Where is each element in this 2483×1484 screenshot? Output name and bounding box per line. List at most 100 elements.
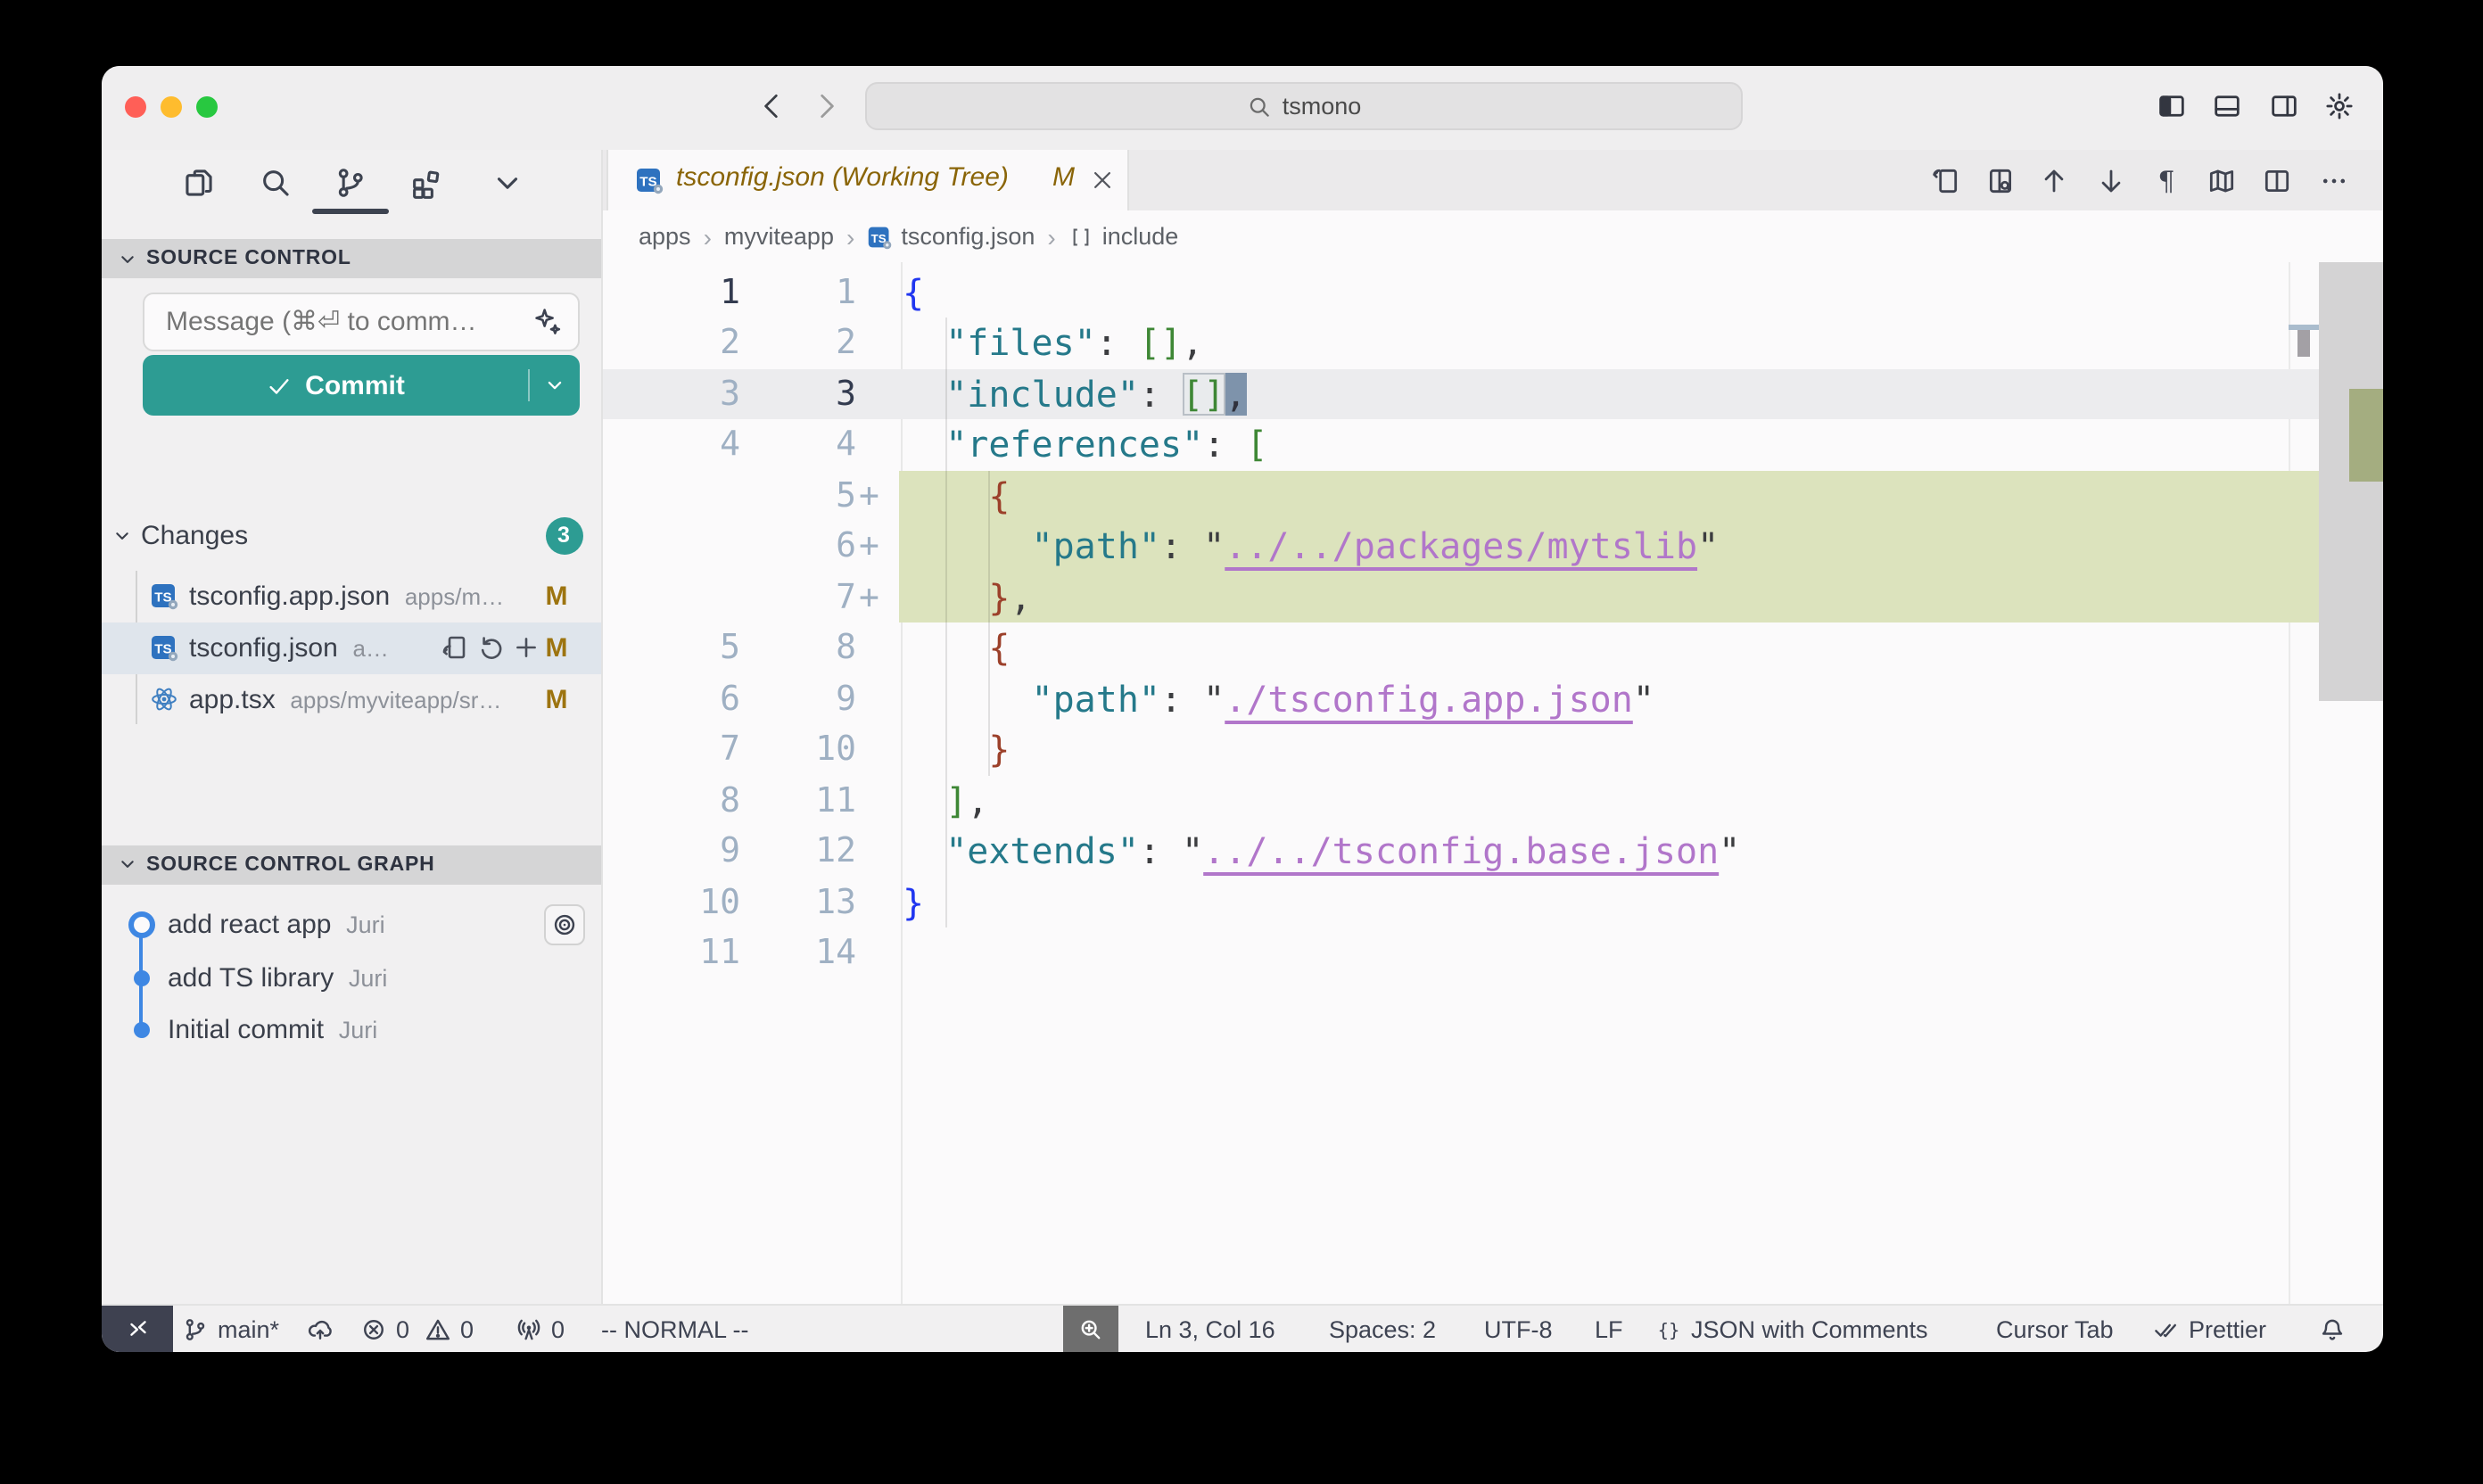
breadcrumb: apps›myviteapp›TStsconfig.json›include — [602, 210, 2383, 262]
commit-message-input[interactable] — [143, 293, 580, 351]
modified-line-number: 1 — [745, 267, 856, 317]
code-line[interactable]: "references": [ — [903, 419, 1267, 470]
breadcrumb-label: apps — [639, 223, 691, 250]
zoom-window-button[interactable] — [196, 95, 218, 117]
activity-item-source-control[interactable] — [326, 159, 373, 205]
status-item-cloud-upload[interactable] — [307, 1306, 334, 1352]
commit-row[interactable]: add TS library Juri — [102, 952, 600, 1004]
source-control-header[interactable]: SOURCE CONTROL — [102, 239, 600, 278]
code-line[interactable]: ], — [903, 775, 988, 826]
code-token — [903, 524, 1032, 567]
file-row-tsconfig.json[interactable]: TStsconfig.json a…M — [102, 622, 600, 673]
code-token: [ — [1246, 423, 1267, 466]
status-item-0[interactable]: 0 — [360, 1306, 409, 1352]
forward-arrow-icon[interactable] — [812, 91, 842, 121]
open-file-icon[interactable] — [441, 633, 469, 662]
code-token: "include" — [945, 372, 1139, 415]
status-item-main[interactable]: main* — [182, 1306, 279, 1352]
command-center-search[interactable]: tsmono — [865, 82, 1743, 130]
pilcrow-icon[interactable]: ¶ — [2150, 165, 2181, 195]
code-token: [] — [1139, 321, 1182, 364]
status-label: JSON with Comments — [1691, 1316, 1928, 1343]
status-item-spaces-2[interactable]: Spaces: 2 — [1329, 1306, 1436, 1352]
gear-icon[interactable] — [2324, 91, 2355, 121]
status-item-0[interactable]: 0 — [425, 1306, 474, 1352]
file-row-app.tsx[interactable]: app.tsx apps/myviteapp/sr…M — [102, 673, 600, 725]
commit-row[interactable]: add react app Juri — [102, 899, 600, 952]
status-label: main* — [218, 1316, 279, 1343]
close-window-button[interactable] — [125, 95, 146, 117]
code-line[interactable]: } — [903, 724, 1010, 775]
vertical-scrollbar[interactable] — [2318, 262, 2382, 701]
code-line[interactable]: "path": "../../packages/mytslib" — [903, 521, 1719, 572]
code-line[interactable]: { — [903, 470, 1010, 521]
code-line[interactable]: "include": [], — [903, 368, 1246, 419]
code-line[interactable]: } — [903, 877, 924, 928]
file-name: tsconfig.app.json apps/m… — [189, 581, 504, 611]
stage-plus-icon[interactable] — [512, 633, 540, 662]
target-icon[interactable] — [544, 904, 585, 945]
arrow-down-icon[interactable] — [2095, 165, 2125, 195]
arrow-up-icon[interactable] — [2038, 165, 2068, 195]
changes-section-header[interactable]: Changes 3 — [102, 512, 600, 558]
status-label: Cursor Tab — [1996, 1316, 2114, 1343]
code-line[interactable]: "files": [], — [903, 317, 1203, 368]
modified-line-number: 8 — [745, 622, 856, 673]
code-token — [903, 677, 1032, 720]
status-item-ln-3-col-16[interactable]: Ln 3, Col 16 — [1145, 1306, 1275, 1352]
commit-dot — [133, 1023, 149, 1039]
code-line[interactable]: "path": "./tsconfig.app.json" — [903, 673, 1654, 724]
code-line[interactable]: "extends": "../../tsconfig.base.json" — [903, 826, 1740, 877]
review-icon[interactable] — [1984, 165, 2015, 195]
breadcrumb-item-tsconfig.json[interactable]: TStsconfig.json — [867, 223, 1035, 250]
status-label: LF — [1595, 1316, 1623, 1343]
modified-line-number: 6+ — [745, 521, 856, 572]
breadcrumb-item-myviteapp[interactable]: myviteapp — [724, 223, 834, 250]
split-icon[interactable] — [2261, 165, 2291, 195]
status-item-bell[interactable] — [2319, 1306, 2346, 1352]
status-item-normal[interactable]: -- NORMAL -- — [601, 1306, 749, 1352]
diff-added-plus: + — [859, 521, 879, 572]
panel-left-icon[interactable] — [2157, 91, 2187, 121]
file-name: tsconfig.json a… — [189, 632, 389, 663]
remote-indicator[interactable] — [102, 1306, 173, 1352]
code-line[interactable]: { — [903, 622, 1010, 673]
go-to-file-icon[interactable] — [1929, 165, 1959, 195]
search-icon — [1247, 94, 1272, 119]
code-editor[interactable]: 11{22 "files": [],33 "include": [],44 "r… — [602, 262, 2383, 1304]
modified-line-number: 2 — [745, 317, 856, 368]
commit-row[interactable]: Initial commit Juri — [102, 1004, 600, 1057]
map-icon[interactable] — [2206, 165, 2236, 195]
back-arrow-icon[interactable] — [756, 91, 787, 121]
activity-item-explorer[interactable] — [175, 159, 221, 205]
source-control-graph-header[interactable]: SOURCE CONTROL GRAPH — [102, 845, 600, 884]
activity-item-chevron-down[interactable] — [484, 159, 531, 205]
sparkle-icon[interactable] — [533, 307, 564, 337]
status-item-lf[interactable]: LF — [1595, 1306, 1623, 1352]
panel-bottom-icon[interactable] — [2212, 91, 2242, 121]
minimize-window-button[interactable] — [161, 95, 182, 117]
search-text: tsmono — [1283, 93, 1362, 120]
status-item-prettier[interactable]: Prettier — [2153, 1306, 2266, 1352]
code-line[interactable]: }, — [903, 572, 1032, 622]
commit-button[interactable]: Commit — [143, 355, 580, 416]
status-item-json-with-comments[interactable]: {}JSON with Comments — [1655, 1306, 1928, 1352]
status-item-cursor-tab[interactable]: Cursor Tab — [1996, 1306, 2114, 1352]
panel-right-icon[interactable] — [2269, 91, 2299, 121]
activity-item-extensions[interactable] — [402, 159, 449, 205]
titlebar: tsmono — [102, 66, 2383, 150]
commit-dropdown-button[interactable] — [530, 373, 580, 398]
ellipsis-icon[interactable] — [2318, 165, 2348, 195]
status-item-0[interactable]: 0 — [516, 1306, 565, 1352]
breadcrumb-item-include[interactable]: include — [1068, 223, 1179, 250]
discard-icon[interactable] — [476, 633, 505, 662]
status-label: Spaces: 2 — [1329, 1316, 1436, 1343]
activity-item-search[interactable] — [252, 159, 299, 205]
breadcrumb-item-apps[interactable]: apps — [639, 223, 691, 250]
file-row-tsconfig.app.json[interactable]: TStsconfig.app.json apps/m…M — [102, 570, 600, 622]
modified-status-badge: M — [542, 684, 571, 714]
zoom-indicator[interactable] — [1063, 1306, 1118, 1352]
status-item-utf-8[interactable]: UTF-8 — [1484, 1306, 1553, 1352]
editor-actions: ¶ — [602, 150, 2383, 210]
code-line[interactable]: { — [903, 267, 924, 317]
